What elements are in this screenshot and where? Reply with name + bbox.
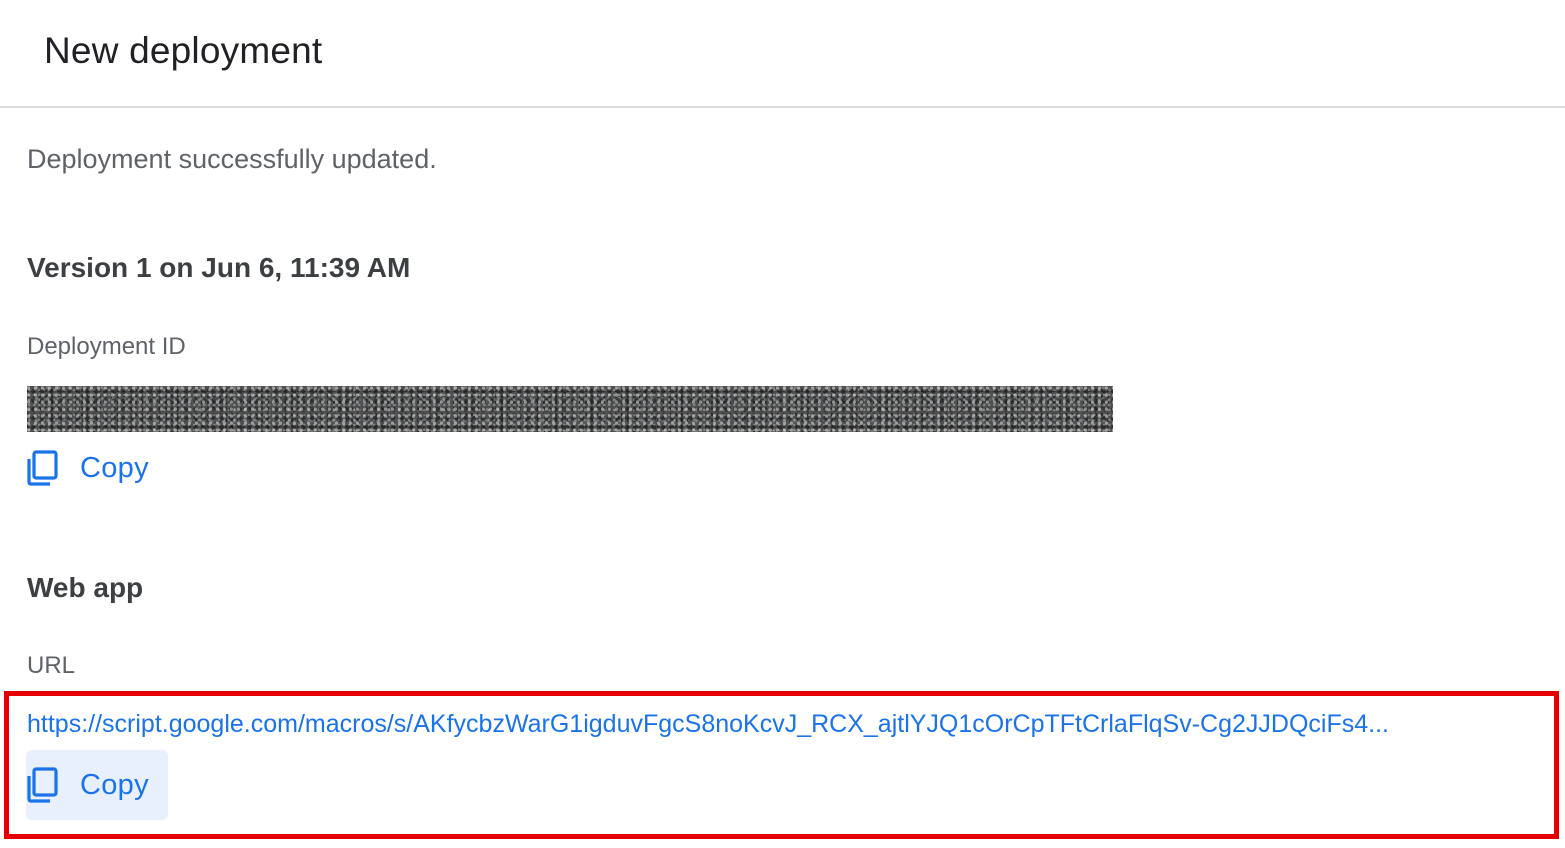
copy-url-button[interactable]: Copy <box>26 750 168 820</box>
dialog-title: New deployment <box>44 30 323 71</box>
deployment-id-value-redacted <box>27 386 1113 432</box>
copy-button-label: Copy <box>80 768 149 801</box>
web-app-url-link[interactable]: https://script.google.com/macros/s/AKfyc… <box>27 710 1537 739</box>
copy-icon <box>27 450 58 486</box>
copy-icon <box>27 767 58 803</box>
new-deployment-dialog: New deployment Deployment successfully u… <box>0 0 1565 848</box>
status-message: Deployment successfully updated. <box>27 144 437 174</box>
web-app-heading: Web app <box>27 572 144 603</box>
dialog-header: New deployment <box>0 0 1565 108</box>
url-label: URL <box>27 652 76 679</box>
copy-deployment-id-button[interactable]: Copy <box>26 433 168 503</box>
version-heading: Version 1 on Jun 6, 11:39 AM <box>27 252 411 283</box>
copy-button-label: Copy <box>80 451 149 484</box>
deployment-id-label: Deployment ID <box>27 333 186 360</box>
